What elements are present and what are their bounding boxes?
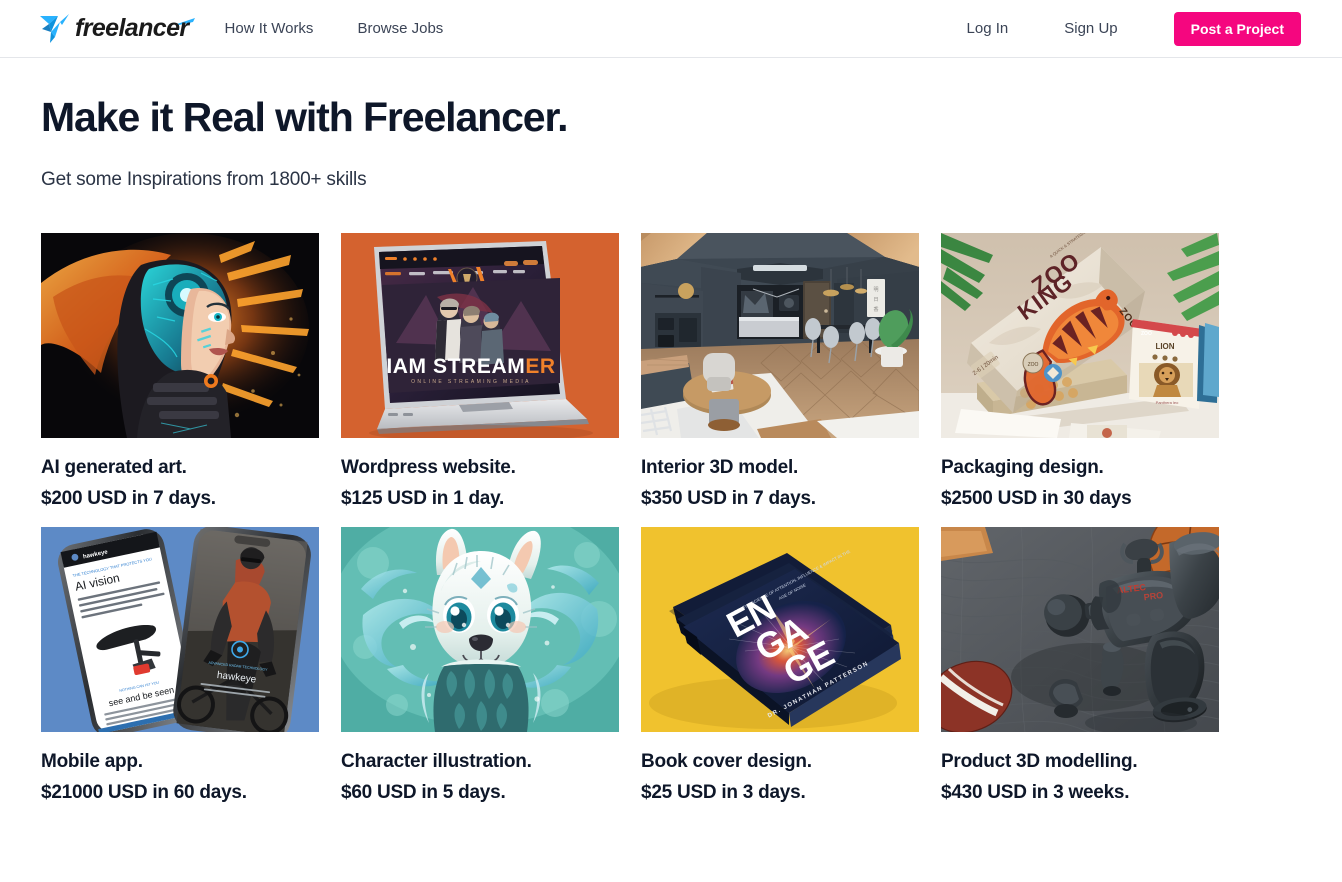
inspiration-card[interactable]: Character illustration. $60 USD in 5 day… (341, 527, 619, 808)
inspiration-card[interactable]: IAM STREAMER ONLINE STREAMING MEDIA Word… (341, 233, 619, 514)
svg-text:ONLINE STREAMING MEDIA: ONLINE STREAMING MEDIA (411, 379, 531, 385)
character-illustration-thumbnail[interactable] (341, 527, 619, 733)
card-price: $200 USD in 7 days. (41, 488, 216, 510)
inspiration-card[interactable]: ZOO KING A QUICK & STRATEGIC CARD GAME F… (941, 233, 1219, 514)
card-title: Wordpress website. (341, 457, 516, 478)
account-nav: Log In Sign Up Post a Project (967, 11, 1301, 46)
card-caption: Mobile app. $21000 USD in 60 days. (41, 746, 319, 808)
svg-text:LION: LION (1155, 342, 1174, 351)
interior-render-illustration: 明 日 香 (641, 233, 919, 438)
massage-gun-render-illustration: ALTEC PRO (941, 527, 1219, 733)
logo-wordmark: freelancer (75, 14, 189, 42)
mobile-app-thumbnail[interactable]: hawkeye THE TECHNOLOGY THAT PROTECTS YOU… (41, 527, 319, 733)
card-title: AI generated art. (41, 457, 187, 478)
card-price: $2500 USD in 30 days (941, 488, 1132, 510)
wolf-character-illustration (341, 527, 619, 733)
svg-text:ZOO: ZOO (1141, 331, 1152, 337)
nav-item-how-it-works[interactable]: How It Works (225, 20, 314, 37)
inspiration-grid: AI generated art. $200 USD in 7 days. IA… (41, 233, 1301, 809)
inspiration-card[interactable]: AI generated art. $200 USD in 7 days. (41, 233, 319, 514)
freelancer-logo[interactable]: freelancer (38, 11, 195, 47)
site-header: freelancer How It Works Browse Jobs Log … (0, 0, 1342, 58)
svg-text:明: 明 (873, 287, 878, 293)
card-price: $21000 USD in 60 days. (41, 782, 247, 804)
card-title: Interior 3D model. (641, 457, 799, 478)
nav-item-log-in[interactable]: Log In (967, 20, 1009, 37)
page-subtitle: Get some Inspirations from 1800+ skills (41, 169, 367, 190)
card-price: $60 USD in 5 days. (341, 782, 506, 804)
inspiration-card[interactable]: hawkeye THE TECHNOLOGY THAT PROTECTS YOU… (41, 527, 319, 808)
card-title: Mobile app. (41, 751, 143, 773)
product-3d-modelling-thumbnail[interactable]: ALTEC PRO (941, 527, 1219, 733)
post-a-project-button[interactable]: Post a Project (1173, 11, 1301, 46)
ai-generated-art-thumbnail[interactable] (41, 233, 319, 438)
card-price: $350 USD in 7 days. (641, 488, 816, 510)
packaging-design-thumbnail[interactable]: ZOO KING A QUICK & STRATEGIC CARD GAME F… (941, 233, 1219, 438)
card-caption: Character illustration. $60 USD in 5 day… (341, 746, 619, 808)
card-caption: Book cover design. $25 USD in 3 days. (641, 746, 919, 808)
packaging-mockup-illustration: ZOO KING A QUICK & STRATEGIC CARD GAME F… (941, 233, 1219, 438)
book-cover-design-thumbnail[interactable]: UNLOCK THE SCIENCE OF ATTENTION, INFLUEN… (641, 527, 919, 733)
ai-art-illustration (41, 233, 319, 438)
card-caption: Wordpress website. $125 USD in 1 day. (341, 452, 619, 514)
card-caption: Interior 3D model. $350 USD in 7 days. (641, 452, 919, 514)
svg-text:ZOO: ZOO (1028, 362, 1039, 368)
svg-text:日: 日 (873, 297, 878, 303)
svg-text:Panthera leo: Panthera leo (1156, 400, 1179, 405)
laptop-mockup-illustration: IAM STREAMER ONLINE STREAMING MEDIA (341, 233, 619, 438)
card-caption: Packaging design. $2500 USD in 30 days (941, 452, 1219, 514)
card-title: Product 3D modelling. (941, 751, 1138, 773)
card-price: $430 USD in 3 weeks. (941, 782, 1130, 804)
inspiration-card[interactable]: UNLOCK THE SCIENCE OF ATTENTION, INFLUEN… (641, 527, 919, 808)
phone-mockup-illustration: hawkeye THE TECHNOLOGY THAT PROTECTS YOU… (41, 527, 319, 733)
wordpress-website-thumbnail[interactable]: IAM STREAMER ONLINE STREAMING MEDIA (341, 233, 619, 438)
svg-text:香: 香 (873, 306, 878, 313)
card-caption: Product 3D modelling. $430 USD in 3 week… (941, 746, 1219, 808)
card-caption: AI generated art. $200 USD in 7 days. (41, 452, 319, 514)
inspiration-card[interactable]: ALTEC PRO Product 3D modelling. $430 USD… (941, 527, 1219, 808)
inspiration-card[interactable]: 明 日 香 Interior 3D model. $350 USD in 7 d… (641, 233, 919, 514)
card-title: Character illustration. (341, 751, 532, 773)
svg-text:IAM STREAMER: IAM STREAMER (386, 355, 555, 378)
nav-item-browse-jobs[interactable]: Browse Jobs (357, 20, 443, 37)
card-price: $125 USD in 1 day. (341, 488, 505, 510)
page-content: Make it Real with Freelancer. Get some I… (0, 94, 1342, 809)
freelancer-hummingbird-icon (40, 13, 69, 43)
book-mockup-illustration: UNLOCK THE SCIENCE OF ATTENTION, INFLUEN… (641, 527, 919, 733)
interior-3d-model-thumbnail[interactable]: 明 日 香 (641, 233, 919, 438)
card-price: $25 USD in 3 days. (641, 782, 806, 804)
card-title: Book cover design. (641, 751, 812, 773)
nav-item-sign-up[interactable]: Sign Up (1064, 20, 1117, 37)
page-title: Make it Real with Freelancer. (41, 94, 568, 140)
card-title: Packaging design. (941, 457, 1104, 478)
primary-nav: How It Works Browse Jobs (225, 20, 488, 37)
